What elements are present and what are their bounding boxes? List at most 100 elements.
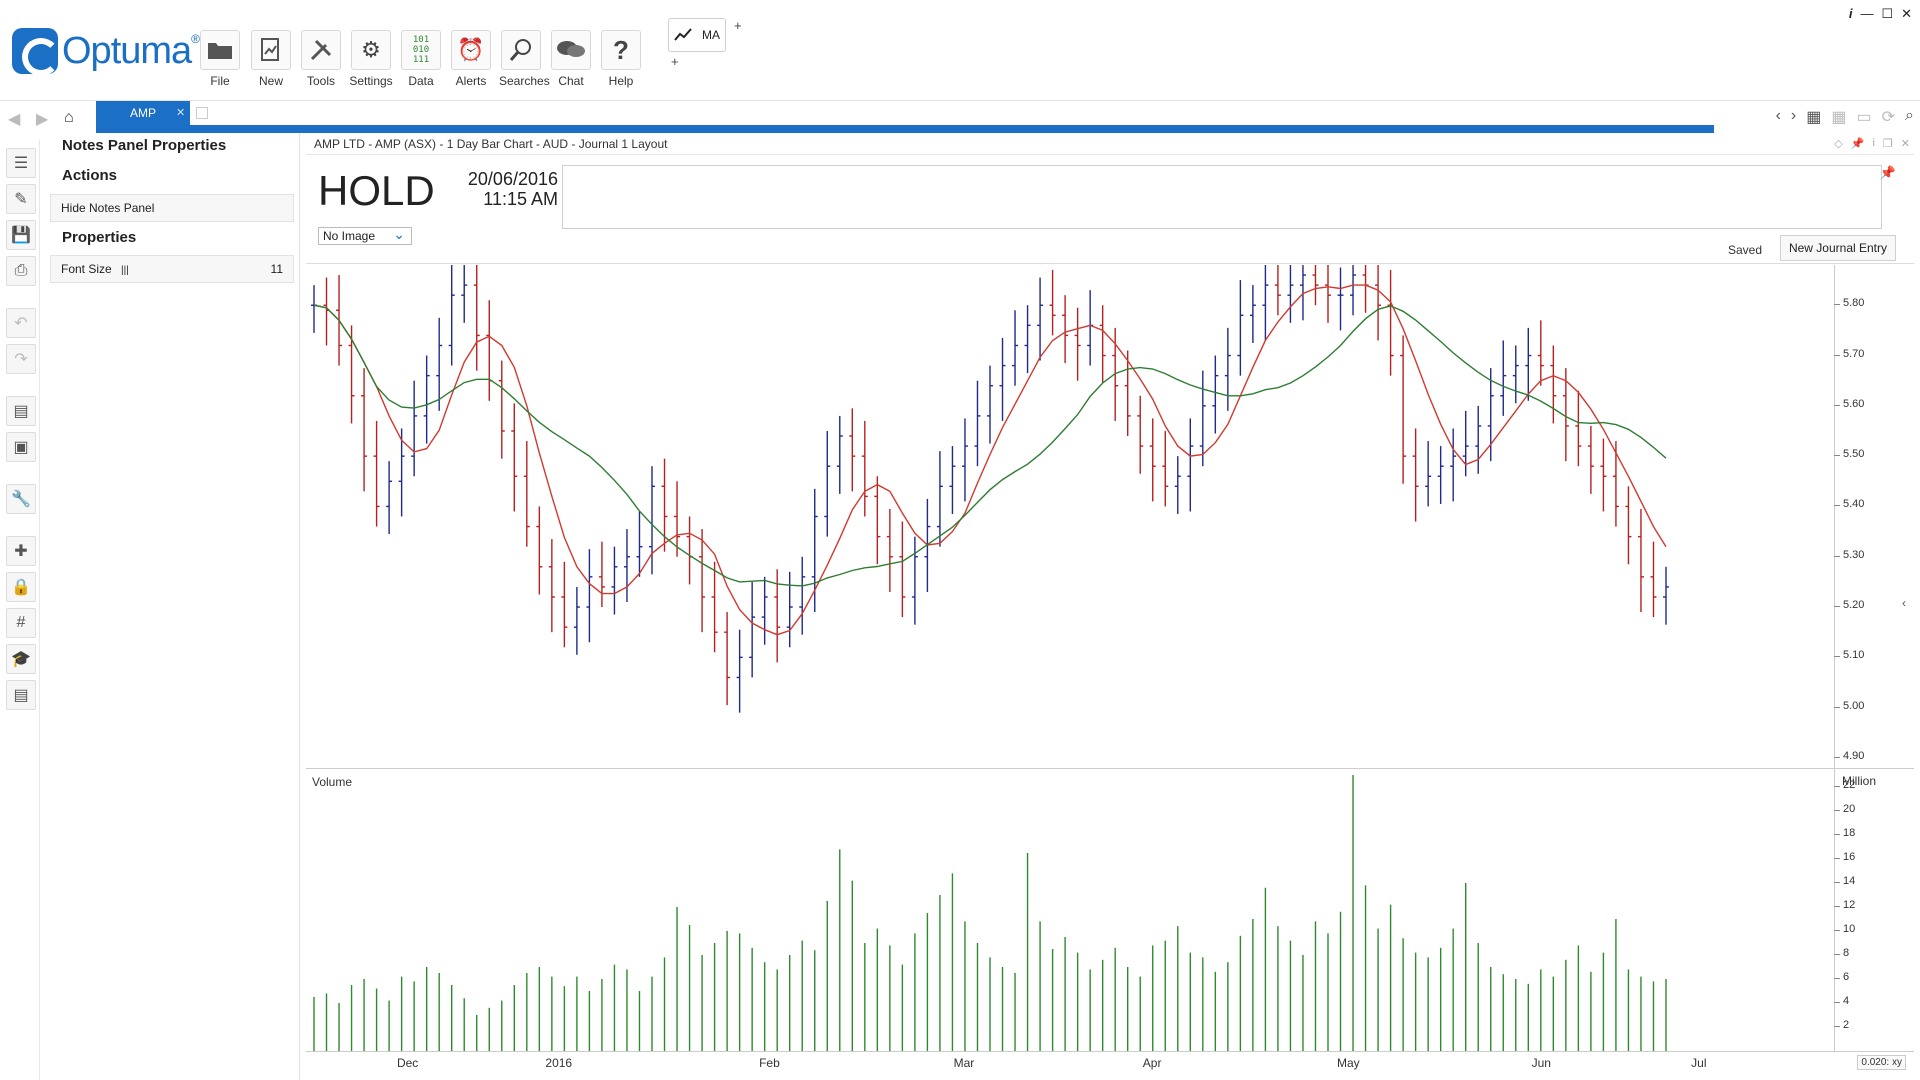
info-small-icon[interactable]: i	[1872, 137, 1874, 150]
price-tick-label: 5.40	[1833, 498, 1865, 511]
price-tick-label: 5.10	[1833, 649, 1865, 662]
slider-grip-icon[interactable]: |||	[121, 265, 129, 276]
maximize-icon[interactable]: ☐	[1881, 6, 1893, 22]
price-bar	[1375, 265, 1382, 341]
save-icon[interactable]: 💾	[6, 220, 36, 250]
file-button[interactable]: File	[198, 30, 242, 88]
alerts-button[interactable]: ⏰ Alerts	[449, 30, 493, 88]
price-bar	[1274, 265, 1281, 316]
price-bar	[323, 277, 330, 346]
notes-list-icon[interactable]: ☰	[6, 148, 36, 178]
info-icon[interactable]: i	[1849, 6, 1853, 22]
price-bar	[1137, 395, 1144, 474]
minimize-icon[interactable]: —	[1860, 6, 1873, 22]
crosshair-icon[interactable]: ✚	[6, 536, 36, 566]
chart-page-icon[interactable]: ▤	[6, 396, 36, 426]
image-gallery-icon[interactable]: ▣	[6, 432, 36, 462]
price-bar	[1587, 425, 1594, 494]
journal-pin-icon[interactable]: 📌	[1880, 165, 1896, 181]
price-bar	[1575, 390, 1582, 467]
searches-button[interactable]: Searches	[499, 30, 550, 88]
add-quick-tool-row-icon[interactable]: +	[671, 54, 679, 69]
price-bar	[1312, 265, 1319, 306]
price-chart[interactable]	[306, 265, 1834, 768]
price-bar	[411, 380, 418, 477]
grid-icon[interactable]: #	[6, 608, 36, 638]
chart-close-icon[interactable]: ✕	[1901, 137, 1910, 150]
price-bar	[1412, 428, 1419, 522]
wrench-icon[interactable]: 🔧	[6, 484, 36, 514]
logo-text: Optuma	[62, 29, 192, 72]
notes-icon[interactable]: ▤	[6, 680, 36, 710]
add-tab-icon[interactable]	[196, 107, 208, 119]
journal-datetime: 20/06/2016 11:15 AM	[458, 169, 558, 209]
price-bar	[1500, 340, 1507, 416]
price-bar	[724, 612, 731, 706]
price-axis: 5.80 5.70 5.60 5.50 5.40 5.30 5.20 5.10 5.00 4.90	[1833, 265, 1914, 768]
back-arrow-icon[interactable]: ◀	[8, 109, 20, 129]
restore-icon[interactable]: ❐	[1883, 137, 1893, 150]
new-button[interactable]: New	[249, 30, 293, 88]
date-tick-label: Apr	[1142, 1056, 1162, 1070]
price-bar	[1650, 541, 1657, 618]
price-bar	[786, 571, 793, 648]
price-bar	[373, 420, 380, 527]
price-bar	[911, 536, 918, 625]
home-icon[interactable]: ⌂	[64, 109, 74, 127]
data-button[interactable]: 101 010 111 Data	[399, 30, 443, 88]
tile-icon[interactable]: ▦	[1831, 107, 1846, 127]
scale-readout[interactable]: 0.020: xy	[1857, 1055, 1906, 1070]
help-button[interactable]: ? Help	[599, 30, 643, 88]
price-bar	[1262, 265, 1269, 341]
journal-status: HOLD	[318, 167, 435, 214]
undo-icon[interactable]: ↶	[6, 308, 36, 338]
tab-close-icon[interactable]: ✕	[176, 106, 185, 119]
font-size-property[interactable]: Font Size ||| 11	[50, 255, 294, 283]
notes-panel-properties: Notes Panel Properties Actions Hide Note…	[40, 134, 300, 1080]
new-journal-entry-button[interactable]: New Journal Entry	[1780, 235, 1896, 261]
forward-arrow-icon[interactable]: ▶	[36, 109, 48, 129]
journal-date: 20/06/2016	[467, 169, 558, 189]
print-icon[interactable]: ⎙	[6, 256, 36, 286]
chat-button-label: Chat	[558, 74, 584, 88]
diamond-icon[interactable]: ◇	[1834, 137, 1842, 150]
chat-button[interactable]: Chat	[549, 30, 593, 88]
refresh-icon[interactable]: ⟳	[1882, 107, 1895, 127]
price-bar	[1512, 345, 1519, 404]
price-bar	[611, 546, 618, 615]
font-size-value[interactable]: 11	[271, 256, 283, 282]
settings-button[interactable]: ⚙ Settings	[349, 30, 393, 88]
search-icon[interactable]: ⌕	[1905, 107, 1914, 127]
volume-tick-label: 10	[1833, 923, 1856, 935]
date-tick-label: Jul	[1691, 1056, 1707, 1070]
tools-button[interactable]: Tools	[299, 30, 343, 88]
price-tick-label: 5.70	[1833, 347, 1865, 360]
journal-time: 11:15 AM	[483, 189, 558, 209]
window-icon[interactable]: ▭	[1857, 107, 1872, 127]
image-edit-icon[interactable]: ✎	[6, 184, 36, 214]
price-bar	[1249, 285, 1256, 343]
price-bar	[1325, 265, 1331, 323]
hide-notes-panel-button[interactable]: Hide Notes Panel	[50, 194, 294, 222]
price-bar	[1437, 446, 1444, 504]
pin-icon[interactable]: 📌	[1851, 137, 1865, 150]
add-quick-tool-icon[interactable]: +	[734, 18, 742, 33]
chevron-left-icon[interactable]: ‹	[1776, 107, 1781, 127]
lock-icon[interactable]: 🔒	[6, 572, 36, 602]
journal-text-area[interactable]	[562, 165, 1882, 229]
price-bar	[836, 415, 843, 494]
chevron-right-icon[interactable]: ›	[1791, 107, 1796, 127]
chart-window-controls: ◇ 📌 i ❐ ✕	[1834, 137, 1910, 150]
price-bar	[761, 576, 768, 645]
redo-icon[interactable]: ↷	[6, 344, 36, 374]
collapse-panel-icon[interactable]: ‹	[1902, 596, 1906, 610]
volume-chart[interactable]	[306, 769, 1834, 1051]
moving-average-quick-tool[interactable]: MA	[668, 18, 726, 52]
layout-grid-icon[interactable]: ▦	[1806, 107, 1821, 127]
price-bar	[1037, 277, 1044, 361]
education-icon[interactable]: 🎓	[6, 644, 36, 674]
price-bar	[824, 430, 831, 537]
price-bar	[386, 461, 393, 535]
image-select[interactable]: No Image	[318, 226, 412, 245]
close-icon[interactable]: ✕	[1901, 6, 1912, 22]
